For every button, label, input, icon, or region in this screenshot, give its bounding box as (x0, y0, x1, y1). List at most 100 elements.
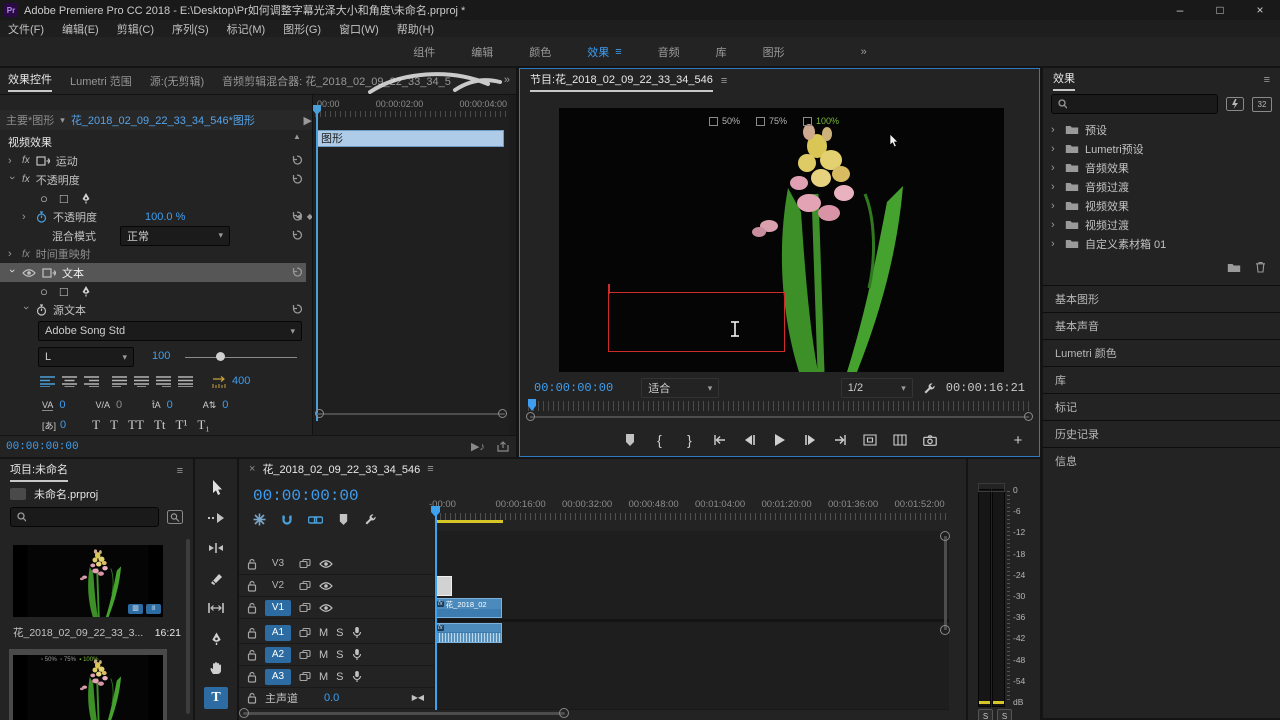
program-video-frame[interactable]: 50% 75% 100% (559, 108, 1004, 372)
collapsed-panel-tab[interactable]: 基本声音 (1043, 312, 1280, 339)
text-style-button[interactable]: Tt (154, 417, 166, 433)
project-tab[interactable]: 项目:未命名 (10, 461, 68, 482)
mark-out-button[interactable]: } (677, 429, 703, 451)
tsume-value[interactable]: 0 (60, 419, 66, 431)
track-target-button[interactable]: A1 (265, 625, 291, 641)
chevron-right-icon[interactable]: › (1051, 181, 1059, 193)
program-zoom-handle-right[interactable] (1024, 412, 1033, 421)
pan-icon[interactable]: ▶◀ (412, 693, 424, 702)
timeline-playhead-line[interactable] (435, 506, 437, 710)
effects-tab[interactable]: 效果 (1053, 70, 1075, 91)
go-to-out-button[interactable] (827, 429, 853, 451)
program-zoom-handle-left[interactable] (526, 412, 535, 421)
sync-lock-icon[interactable] (299, 602, 311, 614)
export-frame-button[interactable] (917, 429, 943, 451)
add-marker-button[interactable] (617, 429, 643, 451)
menu-item[interactable]: 帮助(H) (397, 21, 434, 37)
effect-row-motion[interactable]: › fx 运动 (0, 151, 320, 170)
workspace-tab[interactable]: 效果≡ (587, 44, 621, 60)
panel-tab[interactable]: Lumetri 范围 (70, 73, 132, 89)
search-bin-icon[interactable] (167, 510, 183, 524)
audio-track-header[interactable]: A1 M S (239, 622, 434, 644)
lock-icon[interactable] (247, 602, 257, 614)
pen-mask-icon[interactable] (80, 192, 92, 204)
text-style-button[interactable]: T¹ (176, 417, 188, 433)
text-style-button[interactable]: TT (128, 417, 144, 433)
track-lane-v3[interactable] (434, 553, 949, 576)
video-track-header[interactable]: V1 (239, 597, 434, 619)
font-style-select[interactable]: L▾ (38, 347, 134, 367)
solo-right-button[interactable]: S (997, 709, 1012, 720)
font-size-slider-knob[interactable] (216, 352, 225, 361)
export-icon[interactable] (497, 441, 510, 452)
program-timecode[interactable]: 00:00:00:00 (534, 381, 613, 395)
ec-ruler-ticks[interactable] (315, 111, 507, 117)
graphics-clip-bar[interactable]: 图形 (316, 130, 504, 147)
effects-folder-row[interactable]: › 视频过渡 (1043, 215, 1280, 234)
solo-button[interactable]: S (336, 627, 343, 639)
track-target-button[interactable]: V1 (265, 600, 291, 616)
project-clip-thumbnail-2[interactable]: ▫ 50% ▫ 75% ▪ 100% (13, 655, 163, 720)
collapsed-panel-tab[interactable]: 历史记录 (1043, 420, 1280, 447)
track-lane-master[interactable] (434, 688, 949, 710)
project-filename[interactable]: 未命名.prproj (34, 486, 98, 502)
chevron-right-icon[interactable]: › (1051, 219, 1059, 231)
lift-button[interactable] (857, 429, 883, 451)
audio-track-header[interactable]: A3 M S (239, 666, 434, 688)
panel-menu-icon[interactable]: ≡ (177, 465, 183, 477)
lock-icon[interactable] (247, 649, 257, 661)
timeline-timecode[interactable]: 00:00:00:00 (253, 487, 359, 505)
selected-clip-label[interactable]: 花_2018_02_09_22_33_34_546*图形 (71, 112, 255, 128)
blend-mode-select[interactable]: 正常▾ (120, 226, 230, 246)
mic-icon[interactable] (352, 670, 362, 683)
effects-folder-row[interactable]: › Lumetri预设 (1043, 139, 1280, 158)
workspace-tab[interactable]: 图形≡ (763, 44, 785, 60)
reset-opacity-param-icon[interactable] (286, 210, 308, 222)
lock-icon[interactable] (247, 580, 257, 592)
effects-folder-row[interactable]: › 预设 (1043, 120, 1280, 139)
effect-row-time-remap[interactable]: › fx 时间重映射 (0, 245, 320, 263)
graphic-clip-v2[interactable] (435, 576, 452, 596)
close-button[interactable]: × (1240, 0, 1280, 20)
ellipse-mask-icon[interactable]: ○ (40, 284, 48, 299)
align-center-icon[interactable] (62, 375, 77, 387)
track-target-button[interactable]: V2 (265, 578, 291, 594)
razor-tool[interactable] (204, 567, 228, 589)
menu-item[interactable]: 图形(G) (283, 21, 321, 37)
mic-icon[interactable] (352, 626, 362, 639)
lock-icon[interactable] (247, 558, 257, 570)
video-track-header[interactable]: V3 (239, 553, 434, 575)
reset-motion-icon[interactable] (286, 154, 308, 166)
effects-folder-row[interactable]: › 视频效果 (1043, 196, 1280, 215)
chevron-right-icon[interactable]: › (1051, 162, 1059, 174)
project-search-input[interactable] (31, 510, 152, 524)
chevron-right-icon[interactable]: › (1051, 124, 1059, 136)
track-lane-a1[interactable] (434, 622, 949, 645)
collapsed-panel-tab[interactable]: 标记 (1043, 393, 1280, 420)
chevron-right-icon[interactable]: › (22, 211, 30, 223)
video-clip-v1[interactable]: fx 花_2018_02 (435, 598, 502, 618)
reset-blend-icon[interactable] (286, 229, 308, 241)
effects-search-input[interactable] (1072, 97, 1211, 111)
play-indicator-icon[interactable]: ▶ (304, 114, 312, 127)
timeline-settings-wrench-icon[interactable] (364, 513, 377, 526)
pen-mask-icon[interactable] (80, 285, 92, 297)
empty-lane-space[interactable] (434, 531, 949, 553)
step-forward-button[interactable] (797, 429, 823, 451)
project-clip-thumbnail[interactable]: ▥ ⧙⧚ (13, 545, 163, 617)
lock-icon[interactable] (247, 627, 257, 639)
mark-in-button[interactable]: { (647, 429, 673, 451)
clip-name[interactable]: 花_2018_02_09_22_33_3... (13, 625, 143, 640)
program-scrub-ruler[interactable] (528, 401, 1031, 411)
timeline-vscroll-handle-top[interactable] (940, 531, 950, 541)
maximize-button[interactable]: □ (1200, 0, 1240, 20)
panel-menu-icon[interactable]: ≡ (615, 46, 621, 58)
sequence-tab[interactable]: 花_2018_02_09_22_33_34_546 (262, 461, 420, 477)
effects-folder-row[interactable]: › 自定义素材箱 01 (1043, 234, 1280, 253)
workspace-tab[interactable]: 编辑≡ (471, 44, 493, 60)
master-track-header[interactable]: 主声道 0.0 ▶◀ (239, 687, 434, 709)
collapse-section-icon[interactable]: ▲ (286, 132, 308, 141)
ripple-edit-tool[interactable] (204, 537, 228, 559)
timeline-vscroll-handle-bottom[interactable] (940, 625, 950, 635)
rect-mask-icon[interactable]: □ (60, 284, 68, 299)
